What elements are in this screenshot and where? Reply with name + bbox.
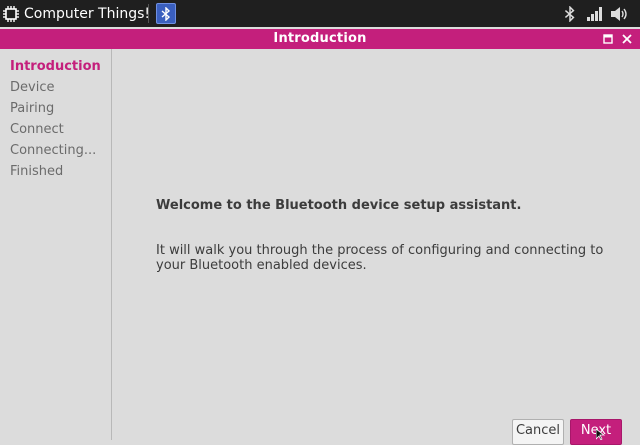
wizard-steps-sidebar: Introduction Device Pairing Connect Conn… [0,49,112,440]
step-connect: Connect [10,122,64,137]
step-device: Device [10,80,55,95]
bluetooth-task-button[interactable] [156,3,176,24]
step-introduction: Introduction [10,59,101,74]
window-titlebar[interactable]: Introduction [0,29,640,49]
close-button[interactable] [620,32,634,46]
bluetooth-tray-icon [564,5,575,22]
mouse-cursor-icon [596,429,605,440]
step-finished: Finished [10,164,64,179]
app-menu-button[interactable]: Computer Things! [2,0,150,27]
top-panel: Computer Things! [0,0,640,27]
step-pairing: Pairing [10,101,55,116]
description-text: It will walk you through the process of … [156,243,604,273]
welcome-heading: Welcome to the Bluetooth device setup as… [156,198,522,213]
signal-strength-icon [587,6,602,21]
step-connecting: Connecting... [10,143,97,158]
panel-separator [148,4,149,23]
maximize-button[interactable] [601,32,615,46]
window-title: Introduction [273,31,367,46]
cpu-icon [3,5,19,22]
bluetooth-icon [161,6,171,21]
tray-volume[interactable] [610,0,630,27]
cancel-button[interactable]: Cancel [512,419,564,445]
app-title: Computer Things! [24,5,151,22]
volume-icon [611,6,627,21]
tray-bluetooth[interactable] [564,0,576,27]
close-icon [622,34,632,44]
tray-signal[interactable] [586,0,604,27]
maximize-icon [603,34,613,44]
wizard-content: Welcome to the Bluetooth device setup as… [112,49,640,440]
